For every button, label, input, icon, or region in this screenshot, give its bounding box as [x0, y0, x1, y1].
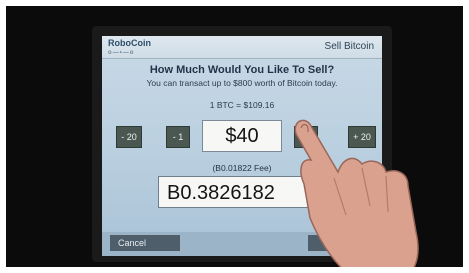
- sell-question: How Much Would You Like To Sell?: [149, 64, 335, 76]
- next-button[interactable]: [308, 235, 378, 251]
- screen-footer: Cancel: [102, 232, 382, 256]
- photo-frame: RoboCoin o—•—o Sell Bitcoin How Much Wou…: [6, 6, 463, 267]
- screen-header: RoboCoin o—•—o Sell Bitcoin: [102, 36, 382, 59]
- screen-title: Sell Bitcoin: [324, 41, 374, 52]
- exchange-rate: 1 BTC = $109.16: [209, 100, 275, 110]
- btc-amount-display: B0.3826182: [158, 176, 328, 208]
- fee-text: (B0.01822 Fee): [212, 163, 272, 173]
- cancel-button[interactable]: Cancel: [110, 235, 180, 251]
- plus-20-button[interactable]: + 20: [348, 126, 376, 148]
- fiat-amount-display: $40: [202, 120, 282, 152]
- transaction-limit-text: You can transact up to $800 worth of Bit…: [146, 78, 338, 88]
- minus-1-button[interactable]: - 1: [166, 126, 190, 148]
- minus-20-button[interactable]: - 20: [116, 126, 142, 148]
- kiosk-screen: RoboCoin o—•—o Sell Bitcoin How Much Wou…: [102, 36, 382, 256]
- logo-circuit-mark: o—•—o: [108, 50, 135, 56]
- robocoin-logo: RoboCoin o—•—o: [108, 38, 151, 56]
- plus-1-button[interactable]: + 1: [294, 126, 318, 148]
